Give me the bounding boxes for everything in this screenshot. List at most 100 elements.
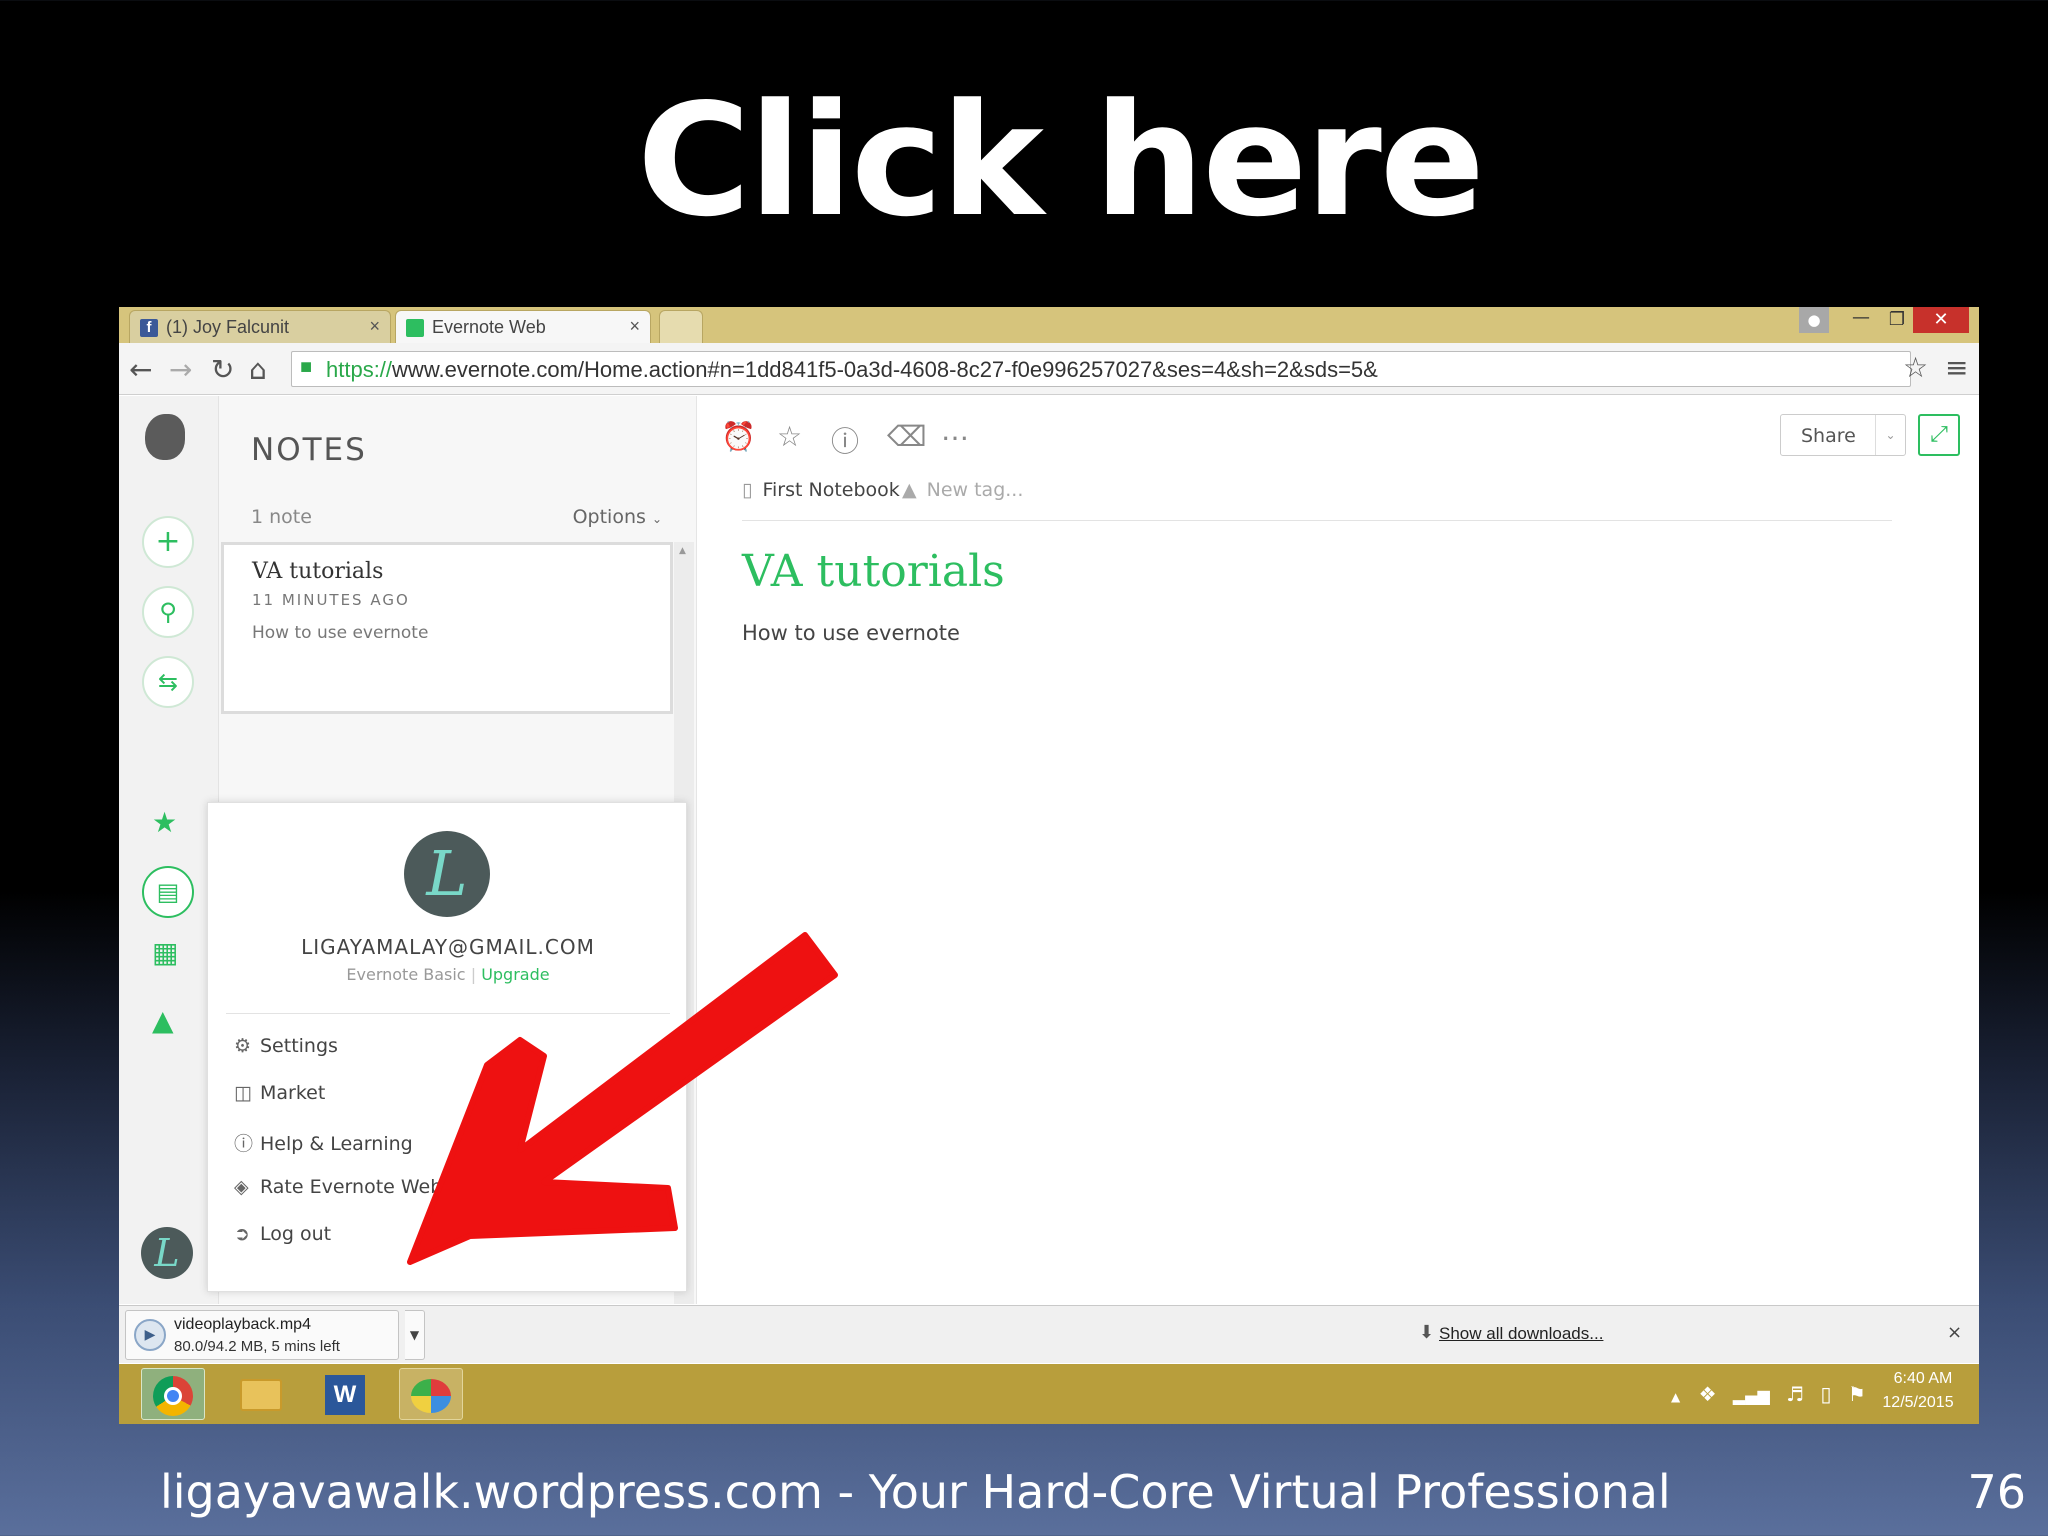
options-dropdown[interactable]: Options ⌄ (573, 506, 662, 528)
menu-item-label: Settings (260, 1035, 338, 1057)
editor-body[interactable]: How to use evernote (742, 621, 960, 645)
profile-avatar-button[interactable]: L (141, 1227, 193, 1279)
work-chat-button[interactable]: ⇆ (142, 656, 194, 708)
close-icon[interactable]: × (629, 316, 640, 337)
notebook-label: First Notebook (762, 479, 900, 501)
new-note-button[interactable]: + (142, 516, 194, 568)
download-arrow-icon: ⬇ (1419, 1322, 1435, 1343)
volume-icon[interactable]: ♬ (1786, 1382, 1804, 1406)
left-rail: + ⚲ ⇆ ★ ▤ ▦ ▲ (119, 396, 219, 1304)
download-bar: ▶ videoplayback.mp4 80.0/94.2 MB, 5 mins… (119, 1305, 1979, 1363)
notes-button[interactable]: ▤ (142, 866, 194, 918)
menu-item-rate[interactable]: ◈ Rate Evernote Web (234, 1176, 674, 1198)
info-icon[interactable]: ⓘ (831, 420, 859, 460)
menu-item-label: Help & Learning (260, 1133, 413, 1155)
device-icon[interactable]: ▯ (1820, 1382, 1831, 1406)
notes-heading: NOTES (251, 432, 367, 468)
chevron-down-icon: ⌄ (651, 512, 662, 526)
options-label: Options (572, 506, 646, 528)
new-tag-placeholder: New tag... (926, 479, 1024, 501)
rate-icon: ◈ (234, 1176, 249, 1198)
menu-item-logout[interactable]: ➲ Log out (234, 1223, 674, 1245)
star-icon[interactable]: ☆ (1903, 351, 1928, 384)
shortcuts-star-icon[interactable]: ★ (152, 806, 177, 839)
user-icon[interactable]: ● (1799, 307, 1829, 333)
network-icon[interactable]: ▂▄▆ (1733, 1386, 1770, 1405)
tab-bar: f (1) Joy Falcunit × Evernote Web × ● — … (119, 307, 1979, 343)
tags-icon[interactable]: ▲ (152, 1004, 174, 1037)
system-tray[interactable]: ▲ ❖ ▂▄▆ ♬ ▯ ⚑ (1671, 1382, 1866, 1406)
reminder-icon[interactable]: ⏰ (721, 420, 756, 453)
paint-taskbar-icon[interactable] (399, 1368, 463, 1420)
menu-avatar: L (404, 831, 490, 917)
reload-icon[interactable]: ↻ (211, 353, 234, 386)
slide-footer: ligayavawalk.wordpress.com - Your Hard-C… (160, 1465, 1671, 1519)
new-tab-button[interactable] (659, 310, 703, 343)
account-menu: L LIGAYAMALAY@GMAIL.COM Evernote Basic |… (207, 802, 687, 1292)
evernote-logo-icon[interactable] (145, 414, 185, 460)
clock-time[interactable]: 6:40 AM (1883, 1370, 1963, 1388)
download-status: 80.0/94.2 MB, 5 mins left (174, 1338, 340, 1355)
note-snippet: How to use evernote (252, 623, 429, 643)
notebooks-icon[interactable]: ▦ (152, 936, 178, 969)
note-card[interactable]: VA tutorials 11 MINUTES AGO How to use e… (221, 542, 673, 714)
evernote-icon (406, 319, 424, 337)
notebook-selector[interactable]: ▯ First Notebook (742, 479, 900, 501)
close-icon[interactable]: × (369, 316, 380, 337)
share-chevron-icon[interactable]: ⌄ (1875, 415, 1905, 455)
expand-icon[interactable]: ⤢ (1918, 414, 1960, 456)
download-file-name: videoplayback.mp4 (174, 1316, 311, 1333)
logout-icon: ➲ (234, 1223, 250, 1245)
clock-date[interactable]: 12/5/2015 (1873, 1394, 1963, 1412)
screenshot: f (1) Joy Falcunit × Evernote Web × ● — … (119, 307, 1979, 1424)
share-button[interactable]: Share ⌄ (1780, 414, 1906, 456)
flag-icon[interactable]: ⚑ (1848, 1382, 1866, 1406)
more-icon[interactable]: … (941, 414, 969, 447)
editor-title[interactable]: VA tutorials (742, 546, 1005, 597)
url-field[interactable]: ■ https://www.evernote.com/Home.action#n… (291, 351, 1911, 387)
scroll-up-icon[interactable]: ▲ (679, 546, 686, 556)
tab-evernote[interactable]: Evernote Web × (395, 310, 651, 343)
chrome-taskbar-icon[interactable] (141, 1368, 205, 1420)
new-tag-field[interactable]: ▲ New tag... (902, 479, 1023, 501)
word-taskbar-icon[interactable]: W (313, 1368, 377, 1420)
dropbox-icon[interactable]: ❖ (1699, 1382, 1717, 1406)
back-icon[interactable]: ← (129, 353, 152, 386)
download-item[interactable]: ▶ videoplayback.mp4 80.0/94.2 MB, 5 mins… (125, 1310, 399, 1360)
account-plan: Evernote Basic | Upgrade (346, 965, 550, 984)
home-icon[interactable]: ⌂ (249, 353, 267, 386)
file-explorer-taskbar-icon[interactable] (229, 1368, 293, 1420)
account-email: LIGAYAMALAY@GMAIL.COM (301, 935, 595, 959)
tray-chevron-icon[interactable]: ▲ (1671, 1390, 1680, 1404)
menu-item-label: Rate Evernote Web (260, 1176, 443, 1198)
notebook-icon: ▯ (742, 479, 753, 501)
show-all-downloads-link[interactable]: Show all downloads... (1439, 1324, 1603, 1344)
taskbar: W ▲ ❖ ▂▄▆ ♬ ▯ ⚑ 6:40 AM 12/5/2015 (119, 1364, 1979, 1424)
upgrade-link[interactable]: Upgrade (481, 965, 549, 984)
facebook-icon: f (140, 319, 158, 337)
close-window-button[interactable]: ✕ (1913, 307, 1969, 333)
close-download-bar-icon[interactable]: × (1947, 1322, 1962, 1343)
address-bar: ← → ↻ ⌂ ■ https://www.evernote.com/Home.… (119, 343, 1979, 395)
tab-facebook[interactable]: f (1) Joy Falcunit × (129, 310, 391, 343)
url-https: https:// (326, 357, 393, 382)
lock-icon: ■ (300, 356, 313, 378)
menu-item-market[interactable]: ◫ Market (234, 1082, 674, 1104)
url-rest: www.evernote.com/Home.action#n=1dd841f5-… (392, 357, 1378, 382)
menu-item-label: Market (260, 1082, 326, 1104)
plan-label: Evernote Basic (346, 965, 466, 984)
search-button[interactable]: ⚲ (142, 586, 194, 638)
menu-item-help[interactable]: ⓘ Help & Learning (234, 1129, 674, 1156)
forward-icon[interactable]: → (169, 353, 192, 386)
menu-icon[interactable]: ≡ (1945, 351, 1968, 384)
slide-title: Click here (637, 70, 1485, 251)
tab-label: (1) Joy Falcunit (166, 317, 290, 337)
shortcut-star-icon[interactable]: ☆ (777, 420, 802, 453)
video-file-icon: ▶ (134, 1319, 166, 1351)
editor-divider (742, 520, 1892, 521)
trash-icon[interactable]: ⌫ (887, 420, 927, 453)
download-chevron-icon[interactable]: ▼ (405, 1310, 425, 1360)
note-editor: ⏰ ☆ ⓘ ⌫ … Share ⌄ ⤢ ▯ First Notebook ▲ New… (697, 396, 1979, 1304)
menu-item-settings[interactable]: ⚙ Settings (234, 1035, 674, 1057)
menu-item-label: Log out (260, 1223, 332, 1245)
